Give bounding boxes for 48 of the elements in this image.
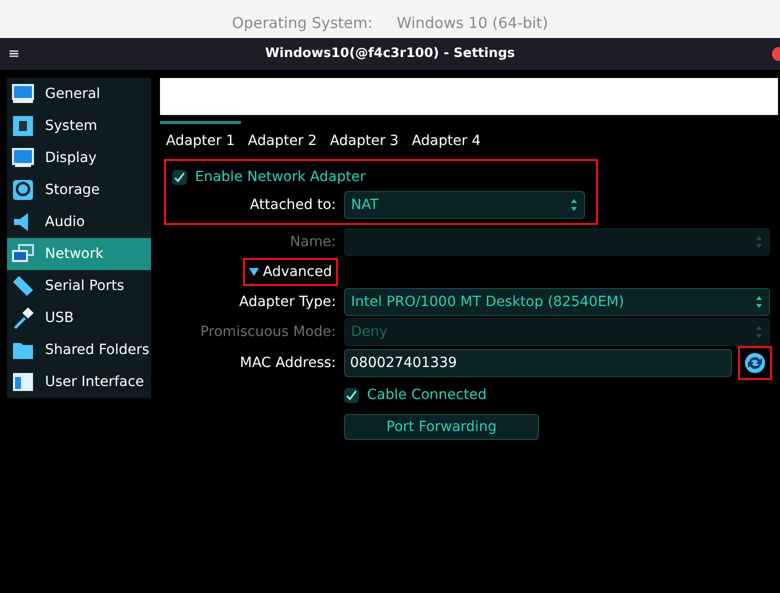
checkbox[interactable] [172, 170, 187, 184]
refresh-button[interactable] [740, 348, 770, 378]
check-icon [174, 172, 185, 182]
tab[interactable]: Adapter 4 [406, 121, 487, 155]
sidebar-item[interactable]: USB [7, 302, 151, 334]
check-icon [346, 390, 357, 400]
dropdown-value: Deny [351, 322, 388, 342]
refresh-icon [744, 352, 766, 374]
background-value: Windows 10 (64-bit) [396, 12, 548, 34]
field-label: Promiscuous Mode: [199, 322, 336, 342]
sidebar-item[interactable]: User Interface [7, 366, 151, 398]
mac-input[interactable]: 080027401339 [344, 349, 732, 377]
sidebar-item[interactable]: Display [7, 142, 151, 174]
monitor-icon [11, 146, 35, 170]
sidebar-item[interactable]: Shared Folders [7, 334, 151, 366]
menu-glyph[interactable]: ≡ [8, 44, 28, 64]
window-title: Windows10(@f4c3r100) - Settings [265, 45, 515, 64]
sidebar-item[interactable]: Audio [7, 206, 151, 238]
field-label: MAC Address: [238, 354, 336, 372]
sidebar-item[interactable]: General [7, 78, 151, 110]
spinner-arrows-icon [570, 198, 578, 212]
checkbox[interactable] [344, 388, 359, 402]
monitor-icon [11, 82, 35, 106]
window-layout-icon [11, 370, 35, 394]
triangle-down-icon [248, 267, 259, 277]
dropdown-value: Intel PRO/1000 MT Desktop (82540EM) [351, 292, 624, 312]
checkbox-label: Cable Connected [367, 386, 487, 404]
dropdown[interactable]: NAT [344, 191, 585, 219]
sidebar-item[interactable]: System [7, 110, 151, 142]
sidebar-item[interactable]: Network [7, 238, 151, 270]
field-label: Name: [288, 232, 336, 252]
spinner-arrows-icon [755, 325, 763, 339]
dropdown-value: NAT [351, 196, 379, 214]
tab[interactable]: Adapter 2 [242, 121, 323, 155]
chip-icon [11, 114, 35, 138]
field-label: Attached to: [248, 196, 336, 214]
port-forwarding-button[interactable]: Port Forwarding [344, 414, 539, 440]
dropdown[interactable]: Intel PRO/1000 MT Desktop (82540EM) [344, 288, 770, 316]
tab[interactable]: Adapter 1 [160, 121, 241, 155]
field-label: Adapter Type: [238, 292, 336, 312]
spinner-arrows-icon [755, 235, 763, 249]
background-label: Operating System: [232, 12, 373, 34]
checkbox-label: Enable Network Adapter [195, 168, 366, 186]
tab[interactable]: Adapter 3 [324, 121, 405, 155]
spinner-arrows-icon [755, 295, 763, 309]
advanced-toggle[interactable]: Advanced [244, 260, 336, 284]
sidebar-item[interactable]: Storage [7, 174, 151, 206]
sidebar-item[interactable]: Serial Ports [7, 270, 151, 302]
